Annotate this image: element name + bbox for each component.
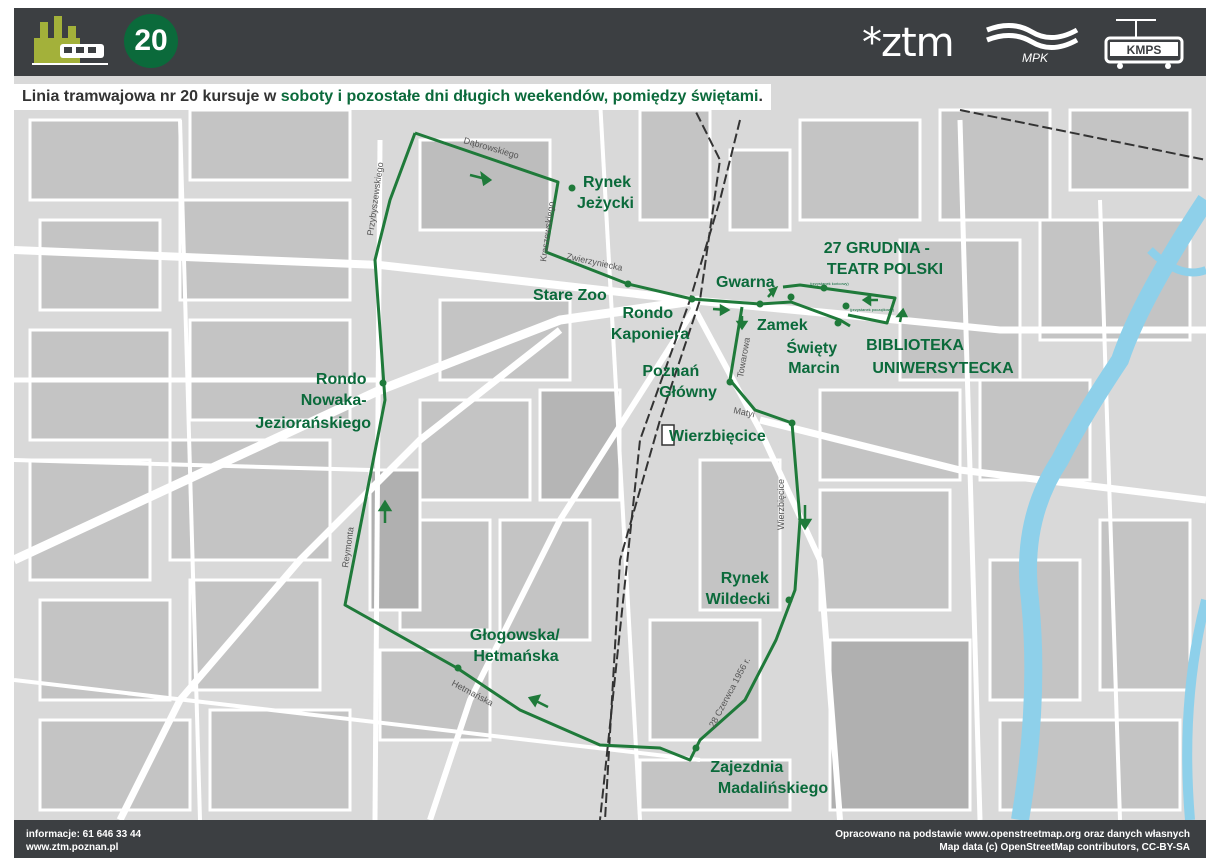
footer-credit-source: Opracowano na podstawie www.openstreetma… bbox=[835, 829, 1190, 840]
notice-text-highlight: soboty i pozostałe dni długich weekendów… bbox=[280, 88, 759, 105]
stop-dot-glogowska bbox=[454, 664, 462, 672]
kmps-logo-icon: KMPS bbox=[1104, 19, 1184, 69]
tram-city-logo-icon bbox=[32, 16, 108, 65]
stop-dot-gwarna-2 bbox=[787, 293, 795, 301]
mpk-logo-icon: MPK bbox=[986, 23, 1079, 65]
stop-dot-teatr-polski-2 bbox=[842, 302, 850, 310]
terminal-note-end: (przystanek końcowy) bbox=[810, 281, 849, 286]
street-label-wierzbiecice: Wierzbięcice bbox=[776, 479, 786, 530]
footer-credit-license: Map data (c) OpenStreetMap contributors,… bbox=[939, 842, 1190, 853]
stop-dot-rynek-jezycki bbox=[568, 184, 576, 192]
stop-dot-gwarna bbox=[756, 300, 764, 308]
stop-label-zamek: Zamek bbox=[757, 317, 808, 334]
service-notice: Linia tramwajowa nr 20 kursuje w soboty … bbox=[14, 84, 771, 110]
header-bar: 20 *ztm MPK KMPS bbox=[14, 8, 1206, 76]
footer-website-link[interactable]: www.ztm.poznan.pl bbox=[26, 841, 141, 854]
stop-dot-rynek-wildecki bbox=[785, 596, 793, 604]
city-map: Dąbrowskiego Przybyszewskiego Kraszewski… bbox=[14, 76, 1206, 820]
route-map-page: 20 *ztm MPK KMPS Dąbrowskiego Przybyszew… bbox=[0, 0, 1219, 866]
kmps-logo-text: KMPS bbox=[1127, 43, 1162, 57]
terminal-note-start: (przystanek początkowy) bbox=[850, 307, 895, 312]
stop-label-gwarna: Gwarna bbox=[716, 274, 775, 291]
notice-text-start: Linia tramwajowa nr 20 kursuje w bbox=[22, 88, 281, 105]
stop-dot-rondo-nowaka bbox=[379, 379, 387, 387]
stop-dot-biblioteka bbox=[834, 319, 842, 327]
footer-credits: Opracowano na podstawie www.openstreetma… bbox=[835, 828, 1190, 854]
stop-dot-wierzbiecice bbox=[788, 419, 796, 427]
stop-label-wierzbiecice: Wierzbięcice bbox=[669, 428, 766, 445]
stop-dot-poznan-glowny bbox=[726, 378, 734, 386]
footer-phone: informacje: 61 646 33 44 bbox=[26, 829, 142, 840]
line-number-badge: 20 bbox=[124, 14, 178, 68]
footer-contact: informacje: 61 646 33 44 www.ztm.poznan.… bbox=[26, 828, 141, 854]
stop-dot-stare-zoo bbox=[624, 280, 632, 288]
stop-label-stare-zoo: Stare Zoo bbox=[533, 287, 607, 304]
footer-bar: informacje: 61 646 33 44 www.ztm.poznan.… bbox=[14, 820, 1206, 858]
stop-dot-zajezdnia bbox=[692, 744, 700, 752]
mpk-logo-text: MPK bbox=[1022, 51, 1049, 65]
notice-text-end: . bbox=[758, 88, 763, 105]
ztm-logo: *ztm bbox=[862, 20, 955, 66]
stop-dot-rondo-kaponiera bbox=[688, 295, 696, 303]
